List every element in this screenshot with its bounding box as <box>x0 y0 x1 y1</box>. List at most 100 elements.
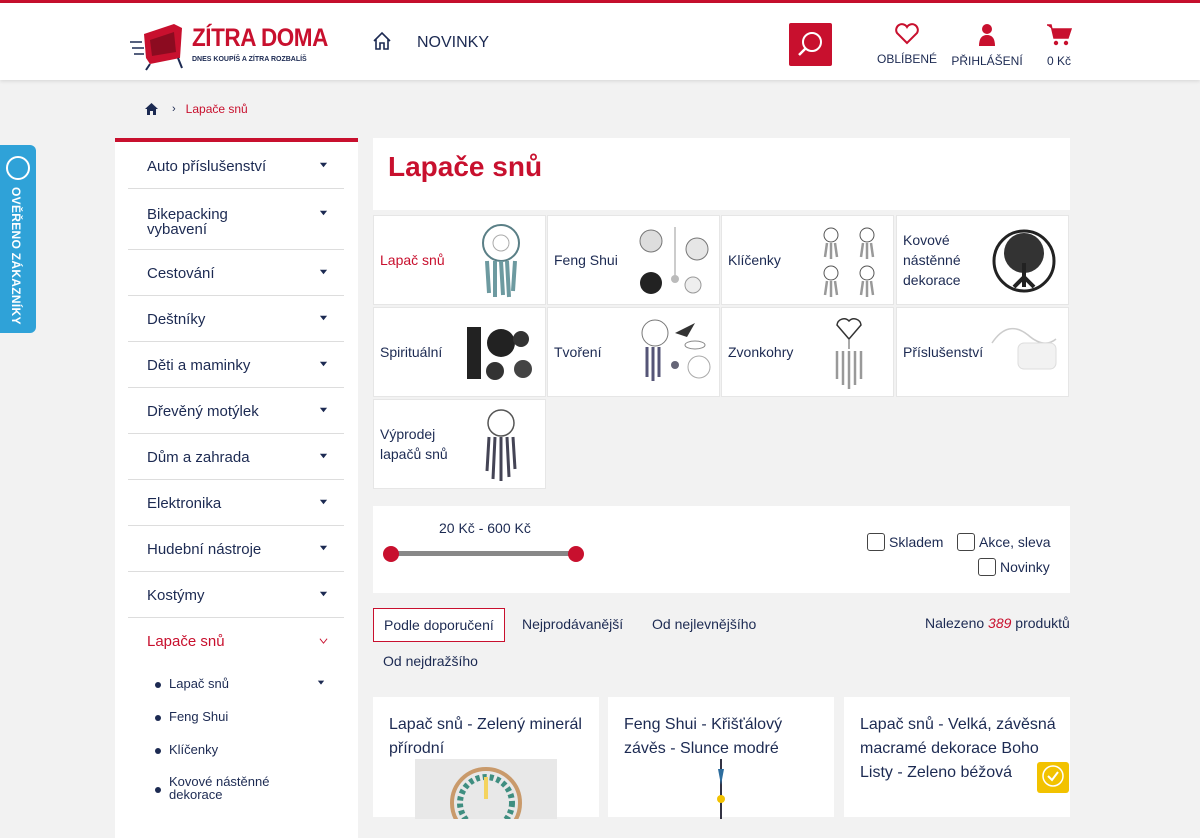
price-slider-max-handle[interactable] <box>568 546 584 562</box>
sidebar-item-label: Auto příslušenství <box>147 158 267 175</box>
site-logo[interactable]: ZÍTRA DOMA DNES KOUPÍŠ A ZÍTRA ROZBALÍŠ <box>130 18 328 74</box>
sidebar-item-label: Lapače snů <box>147 633 225 650</box>
sort-cheapest[interactable]: Od nejlevnějšího <box>642 608 766 640</box>
chevron-down-icon[interactable] <box>319 161 328 170</box>
chevron-down-icon[interactable] <box>319 498 328 507</box>
category-title-box: Lapače snů <box>373 138 1070 210</box>
product-card[interactable]: Lapač snů - Zelený minerál přírodní <box>373 697 599 819</box>
bullet-icon <box>155 787 161 793</box>
category-sidebar: Auto příslušenství Bikepacking vybavení … <box>115 138 358 838</box>
found-number: 389 <box>988 615 1012 631</box>
cart-button[interactable]: 0 Kč <box>1038 23 1080 68</box>
led-string-image <box>991 327 1057 370</box>
chevron-down-icon[interactable] <box>319 209 328 218</box>
sort-bestselling[interactable]: Nejprodávanější <box>512 608 633 640</box>
heureka-verified-seal-icon[interactable] <box>1037 762 1069 793</box>
sofa-logo-icon <box>130 24 183 71</box>
chevron-down-icon[interactable] <box>317 679 325 687</box>
wind-chime-image <box>835 318 863 389</box>
product-card[interactable]: Feng Shui - Křišťálový závěs - Slunce mo… <box>608 697 834 819</box>
breadcrumb: › Lapače snů <box>145 102 248 116</box>
dreamcatcher-sale-image <box>485 409 517 481</box>
sidebar-item-label: Kostýmy <box>147 587 205 604</box>
tile-zvonkohry[interactable]: Zvonkohry <box>721 307 894 397</box>
sidebar-item-label: Děti a maminky <box>147 357 251 374</box>
skladem-checkbox[interactable]: Skladem <box>867 533 943 551</box>
tile-vyprodej[interactable]: Výprodej lapačů snů <box>373 399 546 489</box>
product-card[interactable]: Lapač snů - Velká, závěsná macramé dekor… <box>844 697 1070 817</box>
tile-label: Kovové nástěnné dekorace <box>903 232 961 288</box>
sidebar-item-hudebni[interactable]: Hudební nástroje <box>128 526 344 572</box>
subcategory-label: Feng Shui <box>169 709 229 724</box>
verified-customers-badge[interactable]: OVĚŘENO ZÁKAZNÍKY <box>0 145 36 333</box>
sort-recommended[interactable]: Podle doporučení <box>373 608 505 642</box>
crystal-image <box>639 227 709 294</box>
tile-spiritualni[interactable]: Spirituální <box>373 307 546 397</box>
search-button[interactable] <box>789 23 832 66</box>
price-slider-track[interactable] <box>391 551 576 556</box>
sidebar-item-label: Dům a zahrada <box>147 449 250 466</box>
logo-subtitle: DNES KOUPÍŠ A ZÍTRA ROZBALÍŠ <box>192 56 307 63</box>
login-label: PŘIHLÁŠENÍ <box>951 54 1023 68</box>
metal-tree-image <box>992 229 1056 293</box>
tile-feng-shui[interactable]: Feng Shui <box>547 215 720 305</box>
tile-klicenky[interactable]: Klíčenky <box>721 215 894 305</box>
page-title: Lapače snů <box>388 151 543 182</box>
sidebar-item-deti[interactable]: Děti a maminky <box>128 342 344 388</box>
breadcrumb-home-icon[interactable] <box>145 103 158 115</box>
sidebar-item-cestovani[interactable]: Cestování <box>128 250 344 296</box>
novinky-checkbox[interactable]: Novinky <box>978 558 1050 576</box>
spiritual-image <box>467 327 532 380</box>
product-name[interactable]: Lapač snů - Velká, závěsná macramé dekor… <box>860 713 1056 785</box>
chevron-down-icon[interactable] <box>319 452 328 461</box>
logo-title: ZÍTRA DOMA <box>192 24 328 52</box>
akce-checkbox[interactable]: Akce, sleva <box>957 533 1051 551</box>
chevron-down-icon[interactable] <box>319 314 328 323</box>
search-icon <box>798 32 822 56</box>
craft-image <box>641 319 711 381</box>
breadcrumb-separator-icon: › <box>172 103 176 115</box>
tile-prislusenstvi[interactable]: Příslušenství <box>896 307 1069 397</box>
login-button[interactable]: PŘIHLÁŠENÍ <box>950 23 1024 68</box>
user-icon <box>979 24 995 46</box>
checkbox-box[interactable] <box>957 533 975 551</box>
bullet-icon <box>155 748 161 754</box>
subcategory-label: Lapač snů <box>169 676 229 691</box>
favorites-button[interactable]: OBLÍBENÉ <box>876 23 938 66</box>
sidebar-item-label: Deštníky <box>147 311 206 328</box>
tile-label: Zvonkohry <box>728 344 794 360</box>
verified-seal-icon <box>6 156 30 180</box>
chevron-down-icon[interactable] <box>319 406 328 415</box>
sidebar-item-elektronika[interactable]: Elektronika <box>128 480 344 526</box>
chevron-down-icon[interactable] <box>319 544 328 553</box>
chevron-down-icon[interactable] <box>319 268 328 277</box>
tile-label: Výprodej lapačů snů <box>380 426 448 462</box>
price-range-label: 20 Kč - 600 Kč <box>439 520 531 536</box>
nav-novinky-link[interactable]: NOVINKY <box>417 34 489 52</box>
checkbox-box[interactable] <box>867 533 885 551</box>
chevron-up-icon[interactable] <box>319 636 328 645</box>
sidebar-item-bikepacking[interactable]: Bikepacking vybavení <box>128 189 344 250</box>
sidebar-item-dum[interactable]: Dům a zahrada <box>128 434 344 480</box>
sidebar-item-motylek[interactable]: Dřevěný motýlek <box>128 388 344 434</box>
sidebar-item-destniky[interactable]: Deštníky <box>128 296 344 342</box>
sidebar-item-kostymy[interactable]: Kostýmy <box>128 572 344 618</box>
tile-kovove[interactable]: Kovové nástěnné dekorace <box>896 215 1069 305</box>
price-slider-min-handle[interactable] <box>383 546 399 562</box>
tile-lapac-snu[interactable]: Lapač snů <box>373 215 546 305</box>
subcategory-label: Klíčenky <box>169 742 219 757</box>
chevron-down-icon[interactable] <box>319 360 328 369</box>
product-name[interactable]: Lapač snů - Zelený minerál přírodní <box>389 713 585 761</box>
tile-tvoreni[interactable]: Tvoření <box>547 307 720 397</box>
product-image[interactable] <box>415 759 557 819</box>
checkbox-box[interactable] <box>978 558 996 576</box>
sort-most-expensive[interactable]: Od nejdražšího <box>373 645 488 677</box>
sidebar-item-label: Cestování <box>147 265 215 282</box>
product-name[interactable]: Feng Shui - Křišťálový závěs - Slunce mo… <box>624 713 820 761</box>
product-image[interactable] <box>650 759 792 819</box>
sidebar-item-lapace[interactable]: Lapače snů <box>128 618 344 664</box>
sidebar-item-auto[interactable]: Auto příslušenství <box>128 142 344 189</box>
keychain-image <box>823 227 875 297</box>
home-icon[interactable] <box>372 31 392 51</box>
chevron-down-icon[interactable] <box>319 590 328 599</box>
